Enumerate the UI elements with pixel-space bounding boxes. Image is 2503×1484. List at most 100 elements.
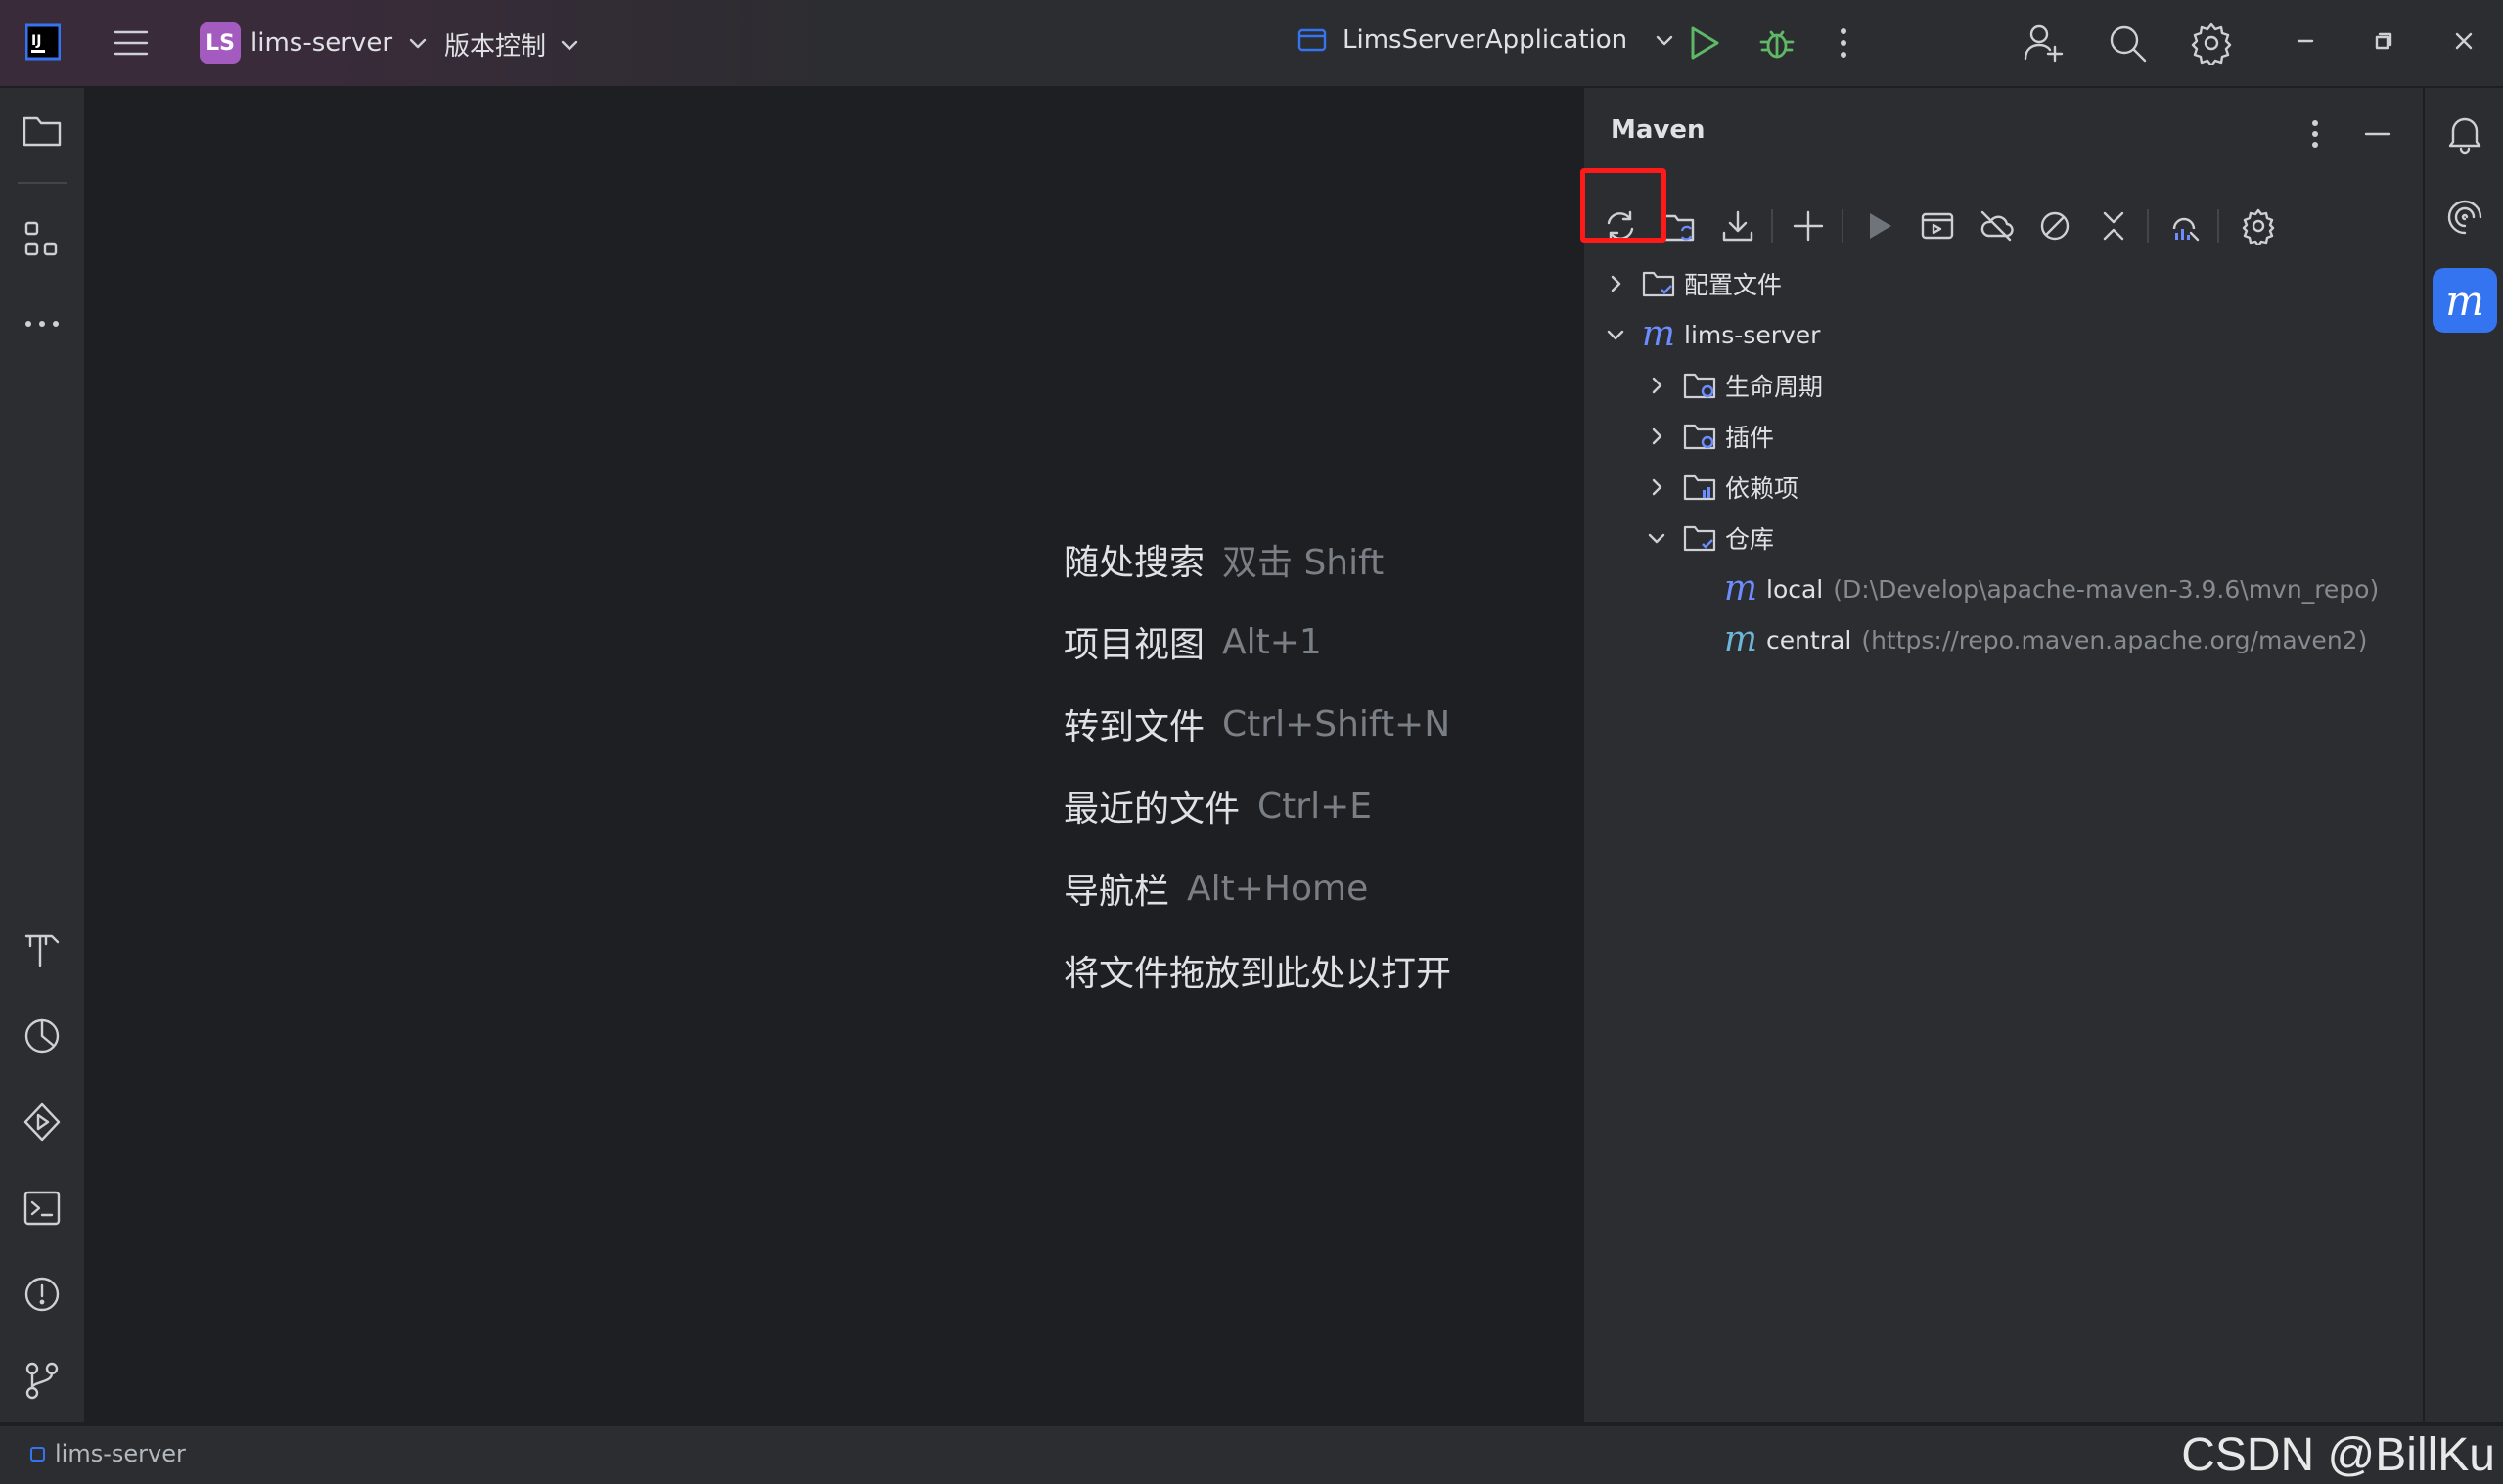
run-icon xyxy=(1691,26,1719,60)
vcs-label: 版本控制 xyxy=(444,32,547,62)
build-hammer-icon[interactable] xyxy=(18,925,67,974)
status-project-breadcrumb[interactable]: lims-server xyxy=(29,1440,186,1467)
more-tools-icon[interactable] xyxy=(18,299,67,348)
search-icon[interactable] xyxy=(2106,22,2149,65)
add-user-icon[interactable] xyxy=(2022,22,2065,65)
intellij-logo-icon[interactable]: IJ xyxy=(25,23,61,61)
hint-recent-files: 最近的文件 Ctrl+E xyxy=(1064,786,1372,831)
collapse-all-icon xyxy=(2103,211,2124,241)
status-project-name: lims-server xyxy=(55,1440,186,1467)
tree-label: 插件 xyxy=(1725,424,1775,452)
divider xyxy=(18,182,67,184)
maven-remote-repository-icon: m xyxy=(1723,619,1758,659)
module-icon xyxy=(30,1447,45,1462)
hide-panel-icon[interactable] xyxy=(2363,119,2392,149)
tree-node-lifecycle[interactable]: 生命周期 xyxy=(1645,360,1823,411)
run-icon xyxy=(1870,213,1891,239)
lifecycle-folder-icon xyxy=(1682,369,1717,402)
tree-node-repo-central[interactable]: m central (https://repo.maven.apache.org… xyxy=(1723,614,2367,665)
run-config-name: LimsServerApplication xyxy=(1343,25,1628,55)
bug-icon xyxy=(1759,30,1795,59)
run-button[interactable] xyxy=(1685,23,1722,63)
toggle-offline-mode-button[interactable] xyxy=(1972,196,2021,256)
debug-button[interactable] xyxy=(1757,23,1797,63)
add-maven-project-button[interactable] xyxy=(1784,196,1833,256)
repo-url: (https://repo.maven.apache.org/maven2) xyxy=(1861,625,2368,654)
chevron-down-icon[interactable] xyxy=(1604,323,1627,346)
chevron-right-icon[interactable] xyxy=(1645,475,1668,499)
repo-path: (D:\Develop\apache-maven-3.9.6\mvn_repo) xyxy=(1833,574,2380,604)
left-tool-strip xyxy=(0,88,86,1422)
tree-node-repo-local[interactable]: m local (D:\Develop\apache-maven-3.9.6\m… xyxy=(1723,563,2379,614)
collapse-all-button[interactable] xyxy=(2089,196,2138,256)
project-selector[interactable]: LS lims-server xyxy=(200,22,430,64)
tree-node-dependencies[interactable]: 依赖项 xyxy=(1645,462,1798,513)
analyze-dependencies-button[interactable] xyxy=(2160,196,2208,256)
download-sources-button[interactable] xyxy=(1713,196,1762,256)
close-window-icon[interactable] xyxy=(2452,29,2476,53)
highlight-box xyxy=(1580,168,1666,243)
vcs-menu[interactable]: 版本控制 xyxy=(444,26,581,63)
notifications-bell-icon[interactable] xyxy=(2439,108,2490,158)
chevron-right-icon[interactable] xyxy=(1604,272,1627,295)
project-folder-icon[interactable] xyxy=(18,106,67,155)
maven-settings-button[interactable] xyxy=(2234,196,2283,256)
repo-name: central xyxy=(1766,625,1852,654)
title-bar: IJ LS lims-server 版本控制 LimsServerApplica… xyxy=(0,0,2503,88)
execute-maven-goal-button[interactable] xyxy=(1913,196,1962,256)
profiler-icon[interactable] xyxy=(18,1012,67,1060)
cloud-offline-icon xyxy=(1980,210,2014,242)
ai-assistant-icon[interactable] xyxy=(2439,192,2490,243)
restore-window-icon[interactable] xyxy=(2372,29,2395,53)
chevron-down-icon[interactable] xyxy=(1645,526,1668,550)
problems-icon[interactable] xyxy=(18,1270,67,1319)
git-branch-icon[interactable] xyxy=(18,1356,67,1405)
options-menu-icon[interactable] xyxy=(2307,117,2323,151)
watermark: CSDN @BillKu xyxy=(2181,1429,2495,1481)
tree-label: 配置文件 xyxy=(1684,271,1783,299)
tree-label: 依赖项 xyxy=(1725,474,1799,503)
hint-project-view: 项目视图 Alt+1 xyxy=(1064,621,1322,666)
skip-tests-icon xyxy=(2040,211,2070,241)
chevron-down-icon xyxy=(1656,35,1673,46)
tree-node-repositories[interactable]: 仓库 xyxy=(1645,513,1774,563)
structure-icon[interactable] xyxy=(18,215,67,264)
project-name: lims-server xyxy=(250,28,393,58)
services-icon[interactable] xyxy=(18,1098,67,1147)
download-icon xyxy=(1722,210,1753,242)
run-config-selector[interactable]: LimsServerApplication xyxy=(1297,25,1676,55)
chevron-right-icon[interactable] xyxy=(1645,374,1668,397)
run-maven-build-button[interactable] xyxy=(1854,196,1903,256)
svg-text:IJ: IJ xyxy=(31,33,41,49)
tree-node-project[interactable]: m lims-server xyxy=(1604,309,1820,360)
analyze-dependencies-icon xyxy=(2172,217,2200,242)
tree-node-plugins[interactable]: 插件 xyxy=(1645,411,1774,462)
dependencies-folder-icon xyxy=(1682,471,1717,504)
minimize-window-icon[interactable] xyxy=(2294,29,2317,53)
more-actions-icon[interactable] xyxy=(1836,23,1851,63)
hint-navigation-bar: 导航栏 Alt+Home xyxy=(1064,868,1369,913)
chevron-down-icon xyxy=(409,38,427,49)
chevron-down-icon xyxy=(561,40,578,50)
execute-goal-icon xyxy=(1921,212,1954,240)
maven-tool-window-button[interactable]: m xyxy=(2433,268,2497,333)
repo-name: local xyxy=(1766,574,1824,604)
tree-label: 仓库 xyxy=(1725,525,1775,554)
hint-drop-files: 将文件拖放到此处以打开 xyxy=(1064,954,1452,994)
project-badge: LS xyxy=(200,22,241,64)
status-bar: lims-server CSDN @BillKu xyxy=(0,1424,2503,1484)
application-icon xyxy=(1297,28,1327,52)
main-menu-icon[interactable] xyxy=(112,23,151,63)
plus-icon xyxy=(1793,210,1824,242)
tree-node-profiles[interactable]: 配置文件 xyxy=(1604,258,1782,309)
tree-label: 生命周期 xyxy=(1725,373,1824,401)
tree-label: lims-server xyxy=(1684,320,1821,349)
chevron-right-icon[interactable] xyxy=(1645,425,1668,448)
profiles-folder-icon xyxy=(1641,267,1676,300)
settings-gear-icon[interactable] xyxy=(2190,22,2233,65)
hint-goto-file: 转到文件 Ctrl+Shift+N xyxy=(1064,703,1451,748)
terminal-icon[interactable] xyxy=(18,1184,67,1233)
repositories-folder-icon xyxy=(1682,521,1717,555)
plugins-folder-icon xyxy=(1682,420,1717,453)
toggle-skip-tests-button[interactable] xyxy=(2030,196,2079,256)
